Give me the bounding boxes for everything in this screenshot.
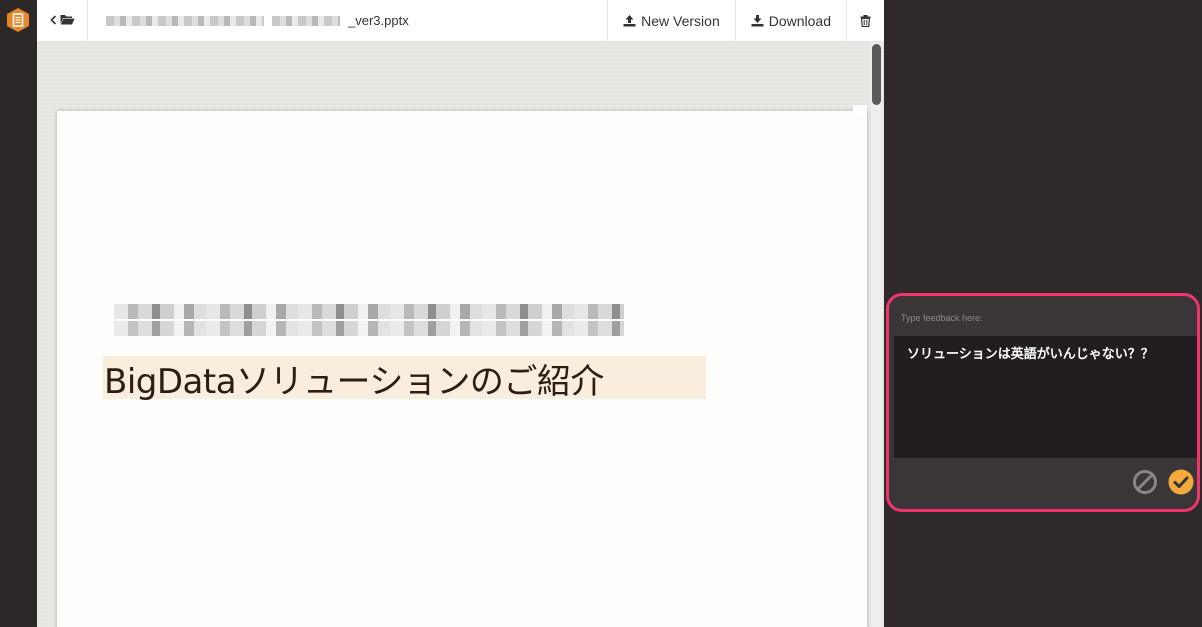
redacted-body-text (99, 595, 239, 609)
redacted-filename (272, 15, 340, 26)
redacted-subtitle (114, 304, 624, 319)
trash-icon (860, 14, 871, 27)
feedback-label: Type feedback here: (901, 313, 983, 323)
document-hexagon-icon[interactable] (6, 7, 30, 33)
redacted-body-text (99, 547, 529, 561)
delete-button[interactable] (846, 0, 884, 41)
folder-open-icon (60, 13, 75, 28)
feedback-input[interactable]: ソリューションは英語がいんじゃない？？ (894, 336, 1197, 458)
file-name: _ver3.pptx (88, 0, 607, 41)
redacted-body-text (99, 563, 529, 577)
top-toolbar: _ver3.pptx New Version Download (37, 0, 884, 42)
download-icon (751, 14, 764, 27)
filename-suffix: _ver3.pptx (348, 13, 409, 28)
scrollbar-thumb[interactable] (872, 44, 881, 105)
app-rail (0, 0, 37, 627)
feedback-panel: Type feedback here: ソリューションは英語がいんじゃない？？ (886, 293, 1200, 512)
back-to-folder-button[interactable] (37, 0, 88, 41)
cancel-circle-icon[interactable] (1132, 469, 1158, 495)
upload-icon (623, 14, 636, 27)
slide-page[interactable]: BigDataソリューションのご紹介 (57, 105, 867, 627)
redacted-filename (106, 15, 264, 26)
chevron-left-icon (49, 13, 57, 28)
new-version-button[interactable]: New Version (607, 0, 735, 41)
redacted-subtitle (114, 321, 624, 336)
vertical-scrollbar[interactable] (871, 42, 882, 627)
slide-title: BigDataソリューションのご紹介 (104, 362, 604, 402)
page-fold (853, 105, 867, 115)
download-button[interactable]: Download (734, 0, 846, 41)
new-version-label: New Version (641, 12, 720, 29)
check-circle-icon[interactable] (1168, 469, 1194, 495)
document-viewer[interactable]: BigDataソリューションのご紹介 (37, 42, 884, 627)
download-label: Download (768, 12, 831, 29)
